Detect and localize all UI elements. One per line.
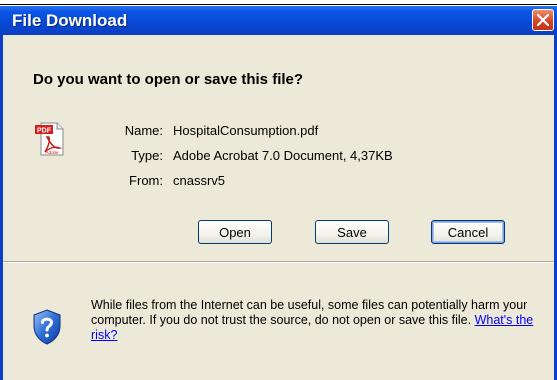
dialog-body: Do you want to open or save this file? P… [3, 35, 554, 380]
open-button[interactable]: Open [198, 220, 272, 244]
dialog-question: Do you want to open or save this file? [33, 71, 304, 88]
name-value: HospitalConsumption.pdf [173, 123, 319, 138]
top-rule [0, 4, 557, 5]
from-value: cnassrv5 [173, 173, 226, 188]
type-value: Adobe Acrobat 7.0 Document, 4,37KB [173, 148, 393, 163]
save-button[interactable]: Save [315, 220, 389, 244]
close-button[interactable] [532, 9, 554, 31]
file-download-dialog: File Download Do you want to open or sav… [0, 6, 557, 380]
from-label: From: [129, 173, 163, 188]
title-bar[interactable]: File Download [0, 6, 557, 35]
type-label: Type: [131, 148, 163, 163]
warning-text: While files from the Internet can be use… [91, 298, 528, 327]
name-label: Name: [124, 123, 163, 138]
shield-question-icon [33, 309, 61, 345]
separator-highlight [3, 262, 554, 263]
cancel-button[interactable]: Cancel [431, 220, 505, 244]
dialog-title: File Download [12, 11, 128, 30]
security-warning: While files from the Internet can be use… [91, 298, 541, 343]
close-icon [537, 14, 549, 26]
